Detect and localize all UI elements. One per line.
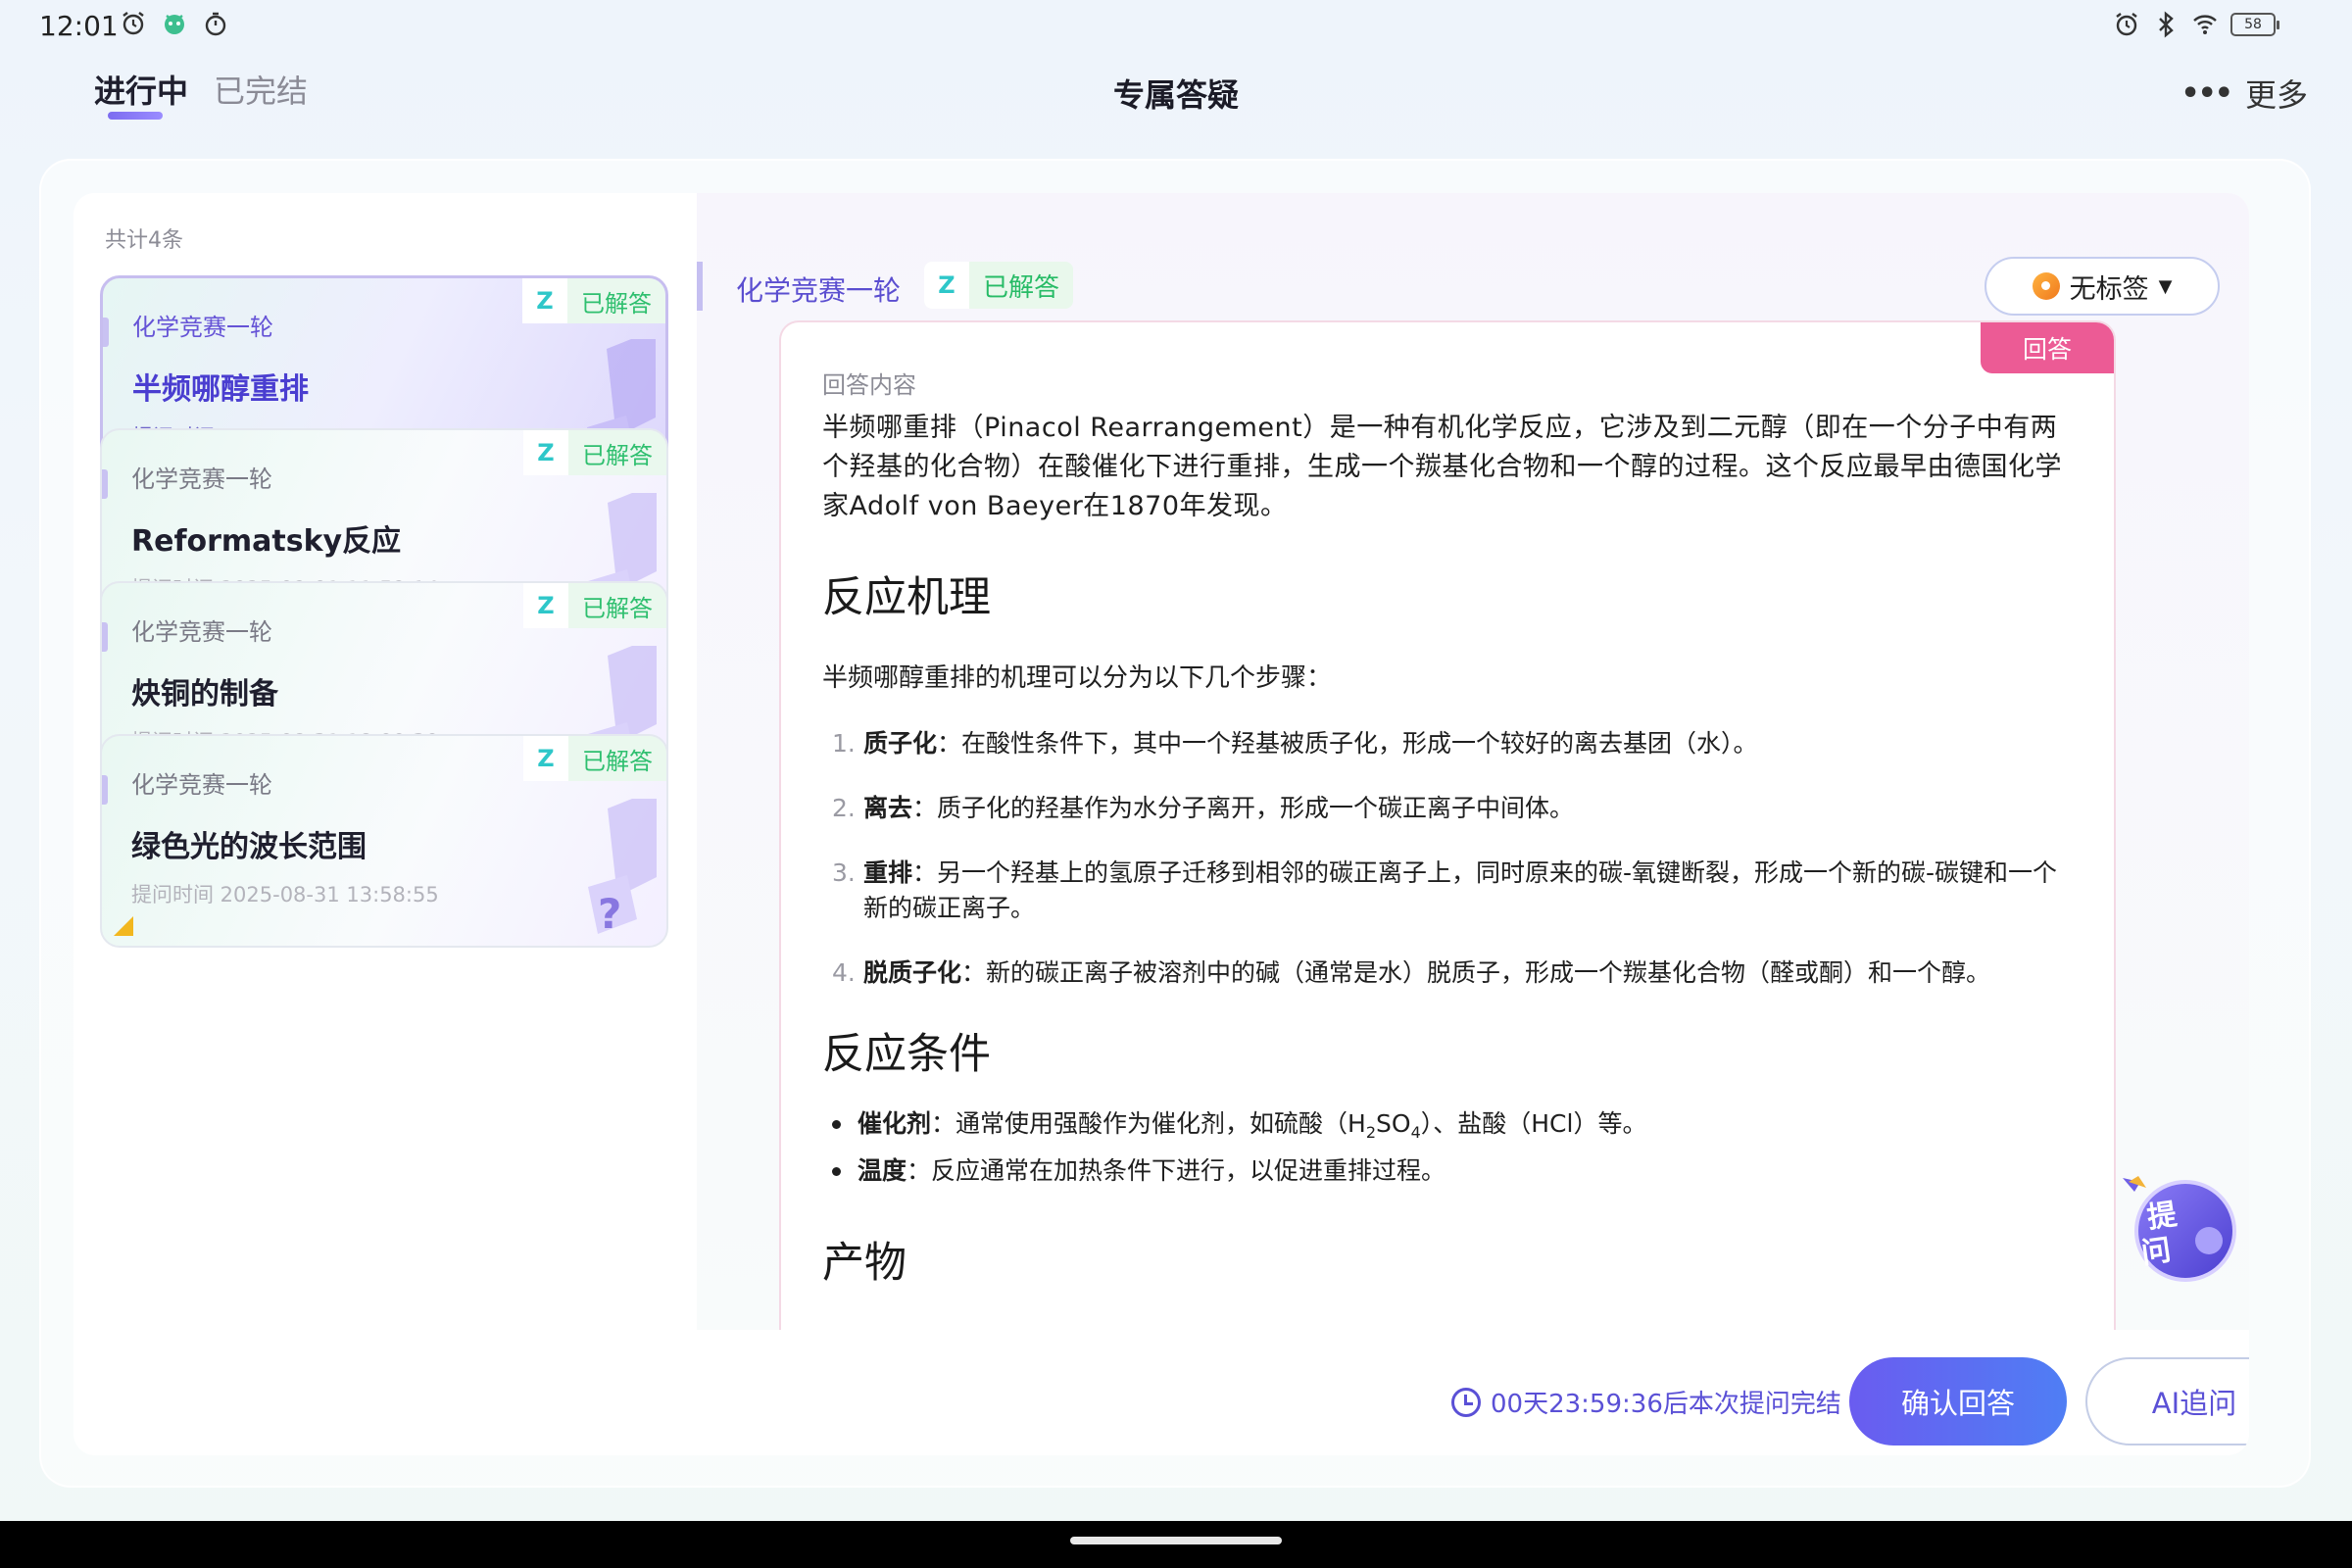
list-item: 温度：反应通常在加热条件下进行，以促进重排过程。 — [822, 1152, 2079, 1190]
detail-status-text: 已解答 — [983, 272, 1060, 303]
ask-question-fab[interactable]: 提 问 — [2115, 1164, 2242, 1292]
alarm-icon — [2116, 13, 2137, 36]
teacher-logo-icon: Z — [523, 583, 568, 628]
status-time: 12:01 — [39, 10, 119, 42]
timer-icon — [205, 12, 226, 36]
answer-ribbon: 回答 — [1981, 322, 2114, 373]
tag-label: 无标签 — [2069, 273, 2149, 305]
page-title: 专属答疑 — [1112, 76, 1239, 114]
heading-mechanism: 反应机理 — [822, 573, 991, 622]
home-indicator[interactable] — [1070, 1537, 1282, 1544]
card-accent-bar — [102, 469, 108, 499]
svg-text:?: ? — [598, 890, 621, 938]
ai-followup-button[interactable]: AI追问 — [2085, 1357, 2249, 1446]
status-badge: Z 已解答 — [523, 736, 666, 781]
card-accent-bar — [103, 318, 109, 347]
app-notification-icon — [165, 15, 184, 34]
caret-down-icon: ▼ — [2158, 275, 2173, 297]
status-text: 已解答 — [582, 594, 653, 622]
answer-content-label: 回答内容 — [822, 371, 916, 399]
list-item: 催化剂：通常使用强酸作为催化剂，如硫酸（H2SO4）、盐酸（HCl）等。 — [822, 1104, 2079, 1152]
tag-icon — [2032, 272, 2060, 300]
list-item: 4. 脱质子化：新的碳正离子被溶剂中的碱（通常是水）脱质子，形成一个羰基化合物（醛… — [832, 958, 1991, 987]
card-title: 炔铜的制备 — [131, 677, 278, 711]
bottom-action-bar: 00天23:59:36后本次提问完结 确认回答 AI追问 — [697, 1330, 2249, 1455]
status-bar: 12:01 58 — [0, 0, 2352, 49]
fab-label-2: 问 — [2139, 1233, 2174, 1271]
conditions-list: 催化剂：通常使用强酸作为催化剂，如硫酸（H2SO4）、盐酸（HCl）等。 温度：… — [822, 1104, 2079, 1190]
wifi-icon — [2193, 15, 2217, 34]
list-item: 3. 重排：另一个羟基上的氢原子迁移到相邻的碳正离子上，同时原来的碳-氧键断裂，形… — [832, 858, 2058, 922]
status-text: 已解答 — [582, 441, 653, 469]
mechanism-steps: 1. 质子化：在酸性条件下，其中一个羟基被质子化，形成一个较好的离去基团（水）。 … — [822, 726, 2079, 991]
bluetooth-icon — [2159, 11, 2174, 38]
corner-flag-icon — [114, 916, 133, 936]
timer-text: 00天23:59:36后本次提问完结 — [1491, 1390, 1841, 1419]
mechanism-intro: 半频哪醇重排的机理可以分为以下几个步骤： — [822, 663, 1333, 693]
card-title: 半频哪醇重排 — [132, 372, 309, 407]
battery-indicator: 58 — [2230, 13, 2279, 36]
question-count: 共计4条 — [105, 228, 183, 253]
card-time: 提问时间 2025-08-31 13:58:55 — [131, 883, 439, 906]
question-list-panel: 共计4条 Z 已解答 化学竞赛一轮 半频哪醇重排 提问时间 2025-09-01… — [74, 193, 697, 1455]
more-button[interactable]: ••• 更多 — [2180, 71, 2308, 116]
top-navigation: 进行中 已完结 专属答疑 ••• 更多 — [0, 49, 2352, 137]
countdown-timer: 00天23:59:36后本次提问完结 — [1451, 1384, 1841, 1420]
confirm-answer-button[interactable]: 确认回答 — [1849, 1357, 2067, 1446]
question-card[interactable]: Z 已解答 化学竞赛一轮 绿色光的波长范围 提问时间 2025-08-31 13… — [100, 734, 668, 948]
alarm-icon — [122, 12, 144, 35]
card-accent-bar — [102, 775, 108, 805]
detail-subject: 化学竞赛一轮 — [736, 274, 902, 307]
list-item: 1. 质子化：在酸性条件下，其中一个羟基被质子化，形成一个较好的离去基团（水）。 — [832, 729, 1758, 758]
status-text: 已解答 — [581, 289, 652, 318]
system-nav-bar — [0, 1521, 2352, 1568]
fab-label-1: 提 — [2145, 1198, 2180, 1236]
tag-selector-button[interactable]: 无标签 ▼ — [1984, 257, 2220, 316]
answer-content-box[interactable]: 回答 回答内容 半频哪重排（Pinacol Rearrangement）是一种有… — [779, 320, 2116, 1330]
detail-accent-bar — [697, 262, 703, 311]
answer-body: 半频哪重排（Pinacol Rearrangement）是一种有机化学反应，它涉… — [822, 409, 2079, 1325]
heading-conditions: 反应条件 — [822, 1030, 991, 1079]
answer-intro: 半频哪重排（Pinacol Rearrangement）是一种有机化学反应，它涉… — [822, 413, 2062, 521]
question-mark-decoration-icon: ? — [588, 799, 657, 938]
teacher-logo-icon: Z — [523, 736, 568, 781]
card-title: 绿色光的波长范围 — [131, 830, 367, 864]
detail-status-badge: Z 已解答 — [924, 262, 1074, 309]
status-text: 已解答 — [582, 747, 653, 775]
heading-products: 产物 — [822, 1239, 906, 1288]
status-badge: Z 已解答 — [522, 278, 665, 323]
status-left-icons — [120, 10, 229, 37]
card-accent-bar — [102, 622, 108, 652]
teacher-logo-icon: Z — [924, 262, 969, 309]
status-badge: Z 已解答 — [523, 430, 666, 475]
status-badge: Z 已解答 — [523, 583, 666, 628]
main-card: 共计4条 Z 已解答 化学竞赛一轮 半频哪醇重排 提问时间 2025-09-01… — [74, 193, 2249, 1455]
card-subject: 化学竞赛一轮 — [131, 466, 272, 493]
teacher-logo-icon: Z — [523, 430, 568, 475]
card-subject: 化学竞赛一轮 — [132, 314, 273, 341]
more-dots-icon: ••• — [2180, 75, 2233, 111]
clock-icon — [1451, 1387, 1481, 1417]
status-right-icons: 58 — [2113, 11, 2279, 38]
ask-robot-icon: 提 问 — [2123, 1176, 2236, 1282]
card-title: Reformatsky反应 — [131, 524, 402, 559]
list-item: 2. 离去：质子化的羟基作为水分子离开，形成一个碳正离子中间体。 — [832, 794, 1575, 822]
more-label: 更多 — [2244, 76, 2308, 114]
card-subject: 化学竞赛一轮 — [131, 771, 272, 799]
teacher-logo-icon: Z — [522, 278, 567, 323]
answer-detail-panel: 化学竞赛一轮 Z 已解答 无标签 ▼ 回答 回答内容 半频哪重排（Pinacol… — [697, 193, 2249, 1330]
card-subject: 化学竞赛一轮 — [131, 618, 272, 646]
